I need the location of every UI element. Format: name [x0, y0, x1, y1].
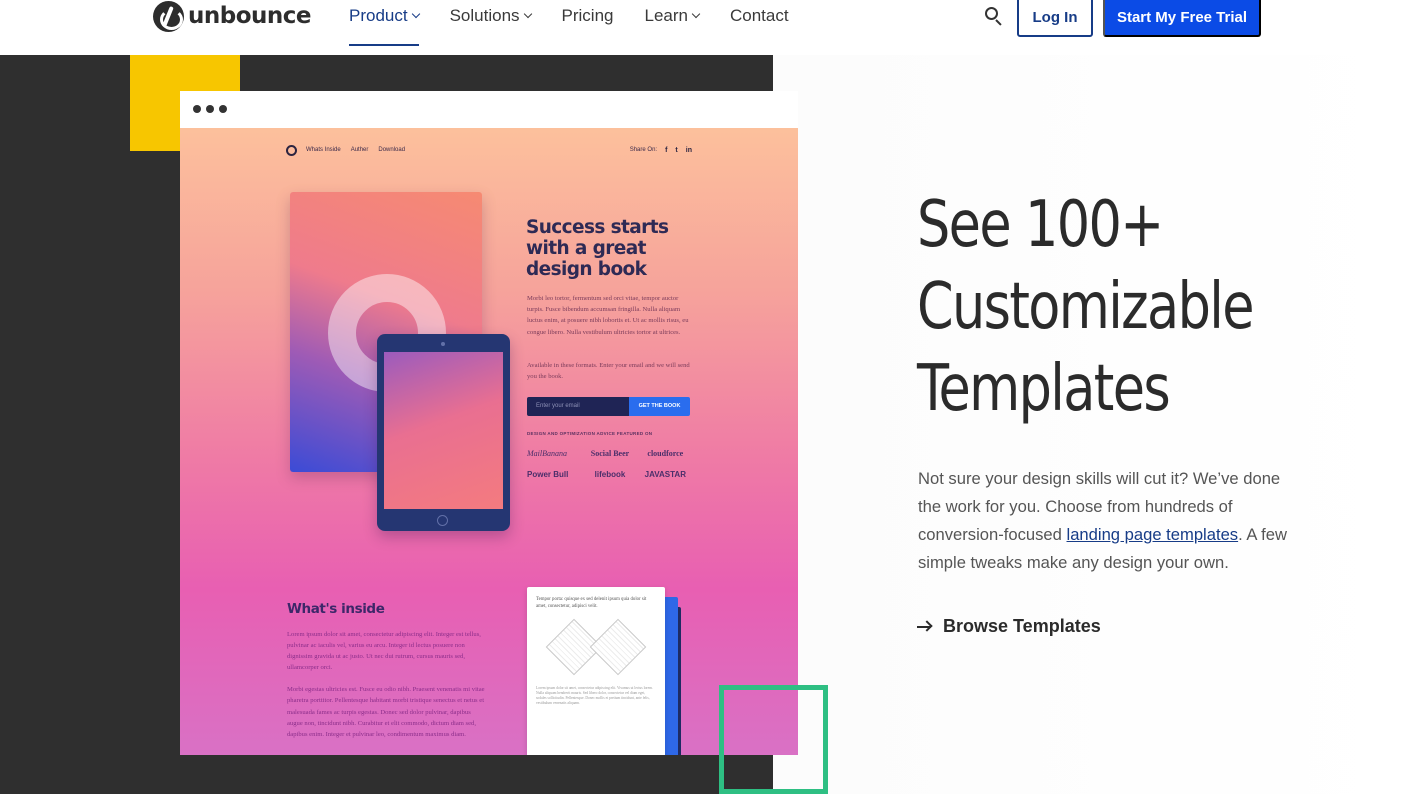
tablet-camera [441, 342, 445, 346]
nav-label: Contact [729, 6, 789, 25]
browse-templates-label: Browse Templates [943, 616, 1101, 636]
preview-get-book-button: GET THE BOOK [629, 397, 690, 416]
template-preview: Whats Inside Auther Download Share On: f… [180, 91, 798, 755]
search-icon-handle [995, 19, 1002, 26]
preview-nav: Whats Inside Auther Download Share On: f… [286, 144, 692, 158]
nav-label: Learn [644, 6, 688, 25]
preview-nav-link: Download [378, 147, 406, 153]
brand-logo: lifebook [594, 470, 626, 479]
browser-bar [180, 91, 798, 128]
brand-logo: Social Beer [590, 449, 630, 458]
preview-nav-links: Whats Inside Auther Download [306, 147, 405, 153]
unbounce-logo[interactable]: unbounce [153, 0, 312, 32]
preview-hero-body-2: Available in these formats. Enter your e… [527, 362, 690, 381]
nav-item-pricing[interactable]: Pricing [562, 0, 614, 32]
login-button[interactable]: Log In [1017, 0, 1093, 37]
brand-logo: cloudforce [647, 449, 684, 458]
document-stack-image: Tempor porta: quisque ex sed delenit ips… [527, 587, 684, 755]
nav-item-solutions[interactable]: Solutions [449, 0, 532, 32]
chevron-down-icon [411, 9, 420, 19]
diagram-shape [589, 618, 647, 676]
nav-label: Pricing [561, 6, 614, 25]
doc-title: Tempor porta: quisque ex sed delenit ips… [536, 597, 647, 609]
arrow-right-icon [917, 619, 933, 634]
brand-logo: MailBanana [527, 449, 567, 458]
preview-nav-link: Auther [350, 147, 369, 153]
nav-item-product[interactable]: Product [349, 0, 420, 46]
nav-label: Product [349, 6, 408, 25]
main-nav: Product Solutions Pricing Learn Contact [349, 0, 820, 46]
section-headline: See 100+ Customizable Templates [917, 188, 1254, 426]
preview-email-input: Enter your email [527, 397, 629, 416]
paragraph: Lorem ipsum dolor sit amet, consectetur … [287, 631, 481, 672]
window-dots-icon [193, 105, 227, 113]
doc-diagram [536, 618, 656, 680]
whats-inside-title: What's inside [287, 601, 385, 617]
page: unbounce Product Solutions Pricing Learn… [0, 0, 1411, 794]
document-page: Tempor porta: quisque ex sed delenit ips… [527, 587, 665, 755]
dot [219, 105, 227, 113]
facebook-icon: f [665, 147, 668, 154]
nav-label: Solutions [449, 6, 520, 25]
search-button[interactable] [983, 6, 1003, 26]
tablet-home-button [437, 515, 448, 526]
preview-share: Share On: f t in [630, 147, 692, 154]
whats-inside-body: Lorem ipsum dolor sit amet, consectetur … [287, 629, 487, 740]
brand-logos: MailBanana Social Beer cloudforce Power … [527, 449, 693, 479]
brand-logo: JAVASTAR [644, 470, 686, 479]
tablet-screen [384, 352, 503, 509]
preview-email-form: Enter your email GET THE BOOK [527, 397, 690, 416]
nav-item-learn[interactable]: Learn [644, 0, 701, 32]
landing-page-templates-link[interactable]: landing page templates [1067, 525, 1239, 544]
preview-logo-icon [286, 145, 297, 156]
linkedin-icon: in [685, 147, 692, 154]
brand-logo: Power Bull [527, 470, 569, 479]
nav-item-contact[interactable]: Contact [730, 0, 789, 32]
featured-on-label: DESIGN AND OPTIMIZATION ADVICE FEATURED … [527, 431, 653, 436]
logo-mark-icon [153, 0, 184, 32]
green-accent-frame [719, 685, 828, 794]
chevron-down-icon [691, 9, 701, 19]
start-free-trial-button[interactable]: Start My Free Trial [1103, 0, 1261, 37]
paragraph: Morbi egestas ultricies est. Fusce eu od… [287, 686, 485, 738]
site-header: unbounce Product Solutions Pricing Learn… [0, 0, 1411, 55]
dot [193, 105, 201, 113]
logo-text: unbounce [188, 3, 312, 29]
arrow-head [921, 619, 933, 632]
twitter-icon: t [675, 147, 678, 154]
tablet-image [377, 334, 510, 531]
dot [206, 105, 214, 113]
chevron-down-icon [523, 9, 532, 19]
section-description: Not sure your design skills will cut it?… [918, 465, 1298, 577]
preview-nav-link: Whats Inside [306, 147, 341, 153]
share-label: Share On: [629, 147, 658, 153]
browse-templates-link[interactable]: Browse Templates [917, 616, 1101, 637]
preview-hero-body: Morbi leo tortor, fermentum sed orci vit… [527, 295, 689, 336]
preview-hero-title: Success starts with a great design book [526, 217, 669, 280]
doc-text: Lorem ipsum dolor sit amet, consectetur … [536, 686, 653, 705]
